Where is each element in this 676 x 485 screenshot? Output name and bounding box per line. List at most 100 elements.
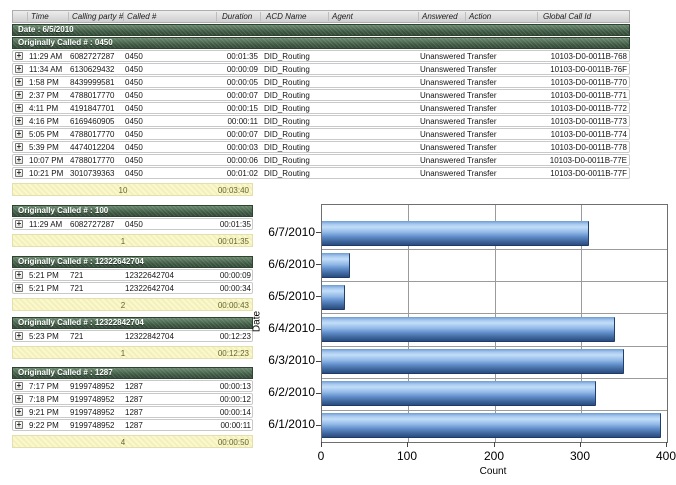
- column-divider: [537, 12, 538, 21]
- gridline: [322, 378, 667, 379]
- expand-icon[interactable]: [15, 117, 23, 125]
- acd-cell: DID_Routing: [264, 78, 328, 87]
- table-row: 11:34 AM6130629432045000:00:09DID_Routin…: [12, 63, 630, 75]
- column-header: Duration: [220, 12, 252, 22]
- duration-cell: 00:01:35: [216, 52, 258, 61]
- table-row: 5:05 PM4788017770045000:00:07DID_Routing…: [12, 128, 630, 140]
- called-cell: 0450: [125, 52, 215, 61]
- called-group-bar: Originally Called # : 1287: [12, 367, 253, 379]
- expand-icon[interactable]: [15, 220, 23, 228]
- table-row: 5:21 PM7211232264270400:00:34: [12, 282, 253, 294]
- y-tick: [316, 329, 321, 330]
- calling-cell: 4788017770: [70, 130, 123, 139]
- called-cell: 0450: [125, 143, 215, 152]
- category-label: 6/1/2010: [263, 418, 315, 431]
- time-cell: 5:21 PM: [29, 284, 68, 293]
- time-cell: 11:29 AM: [29, 52, 68, 61]
- bar: [322, 349, 624, 374]
- expand-icon[interactable]: [15, 143, 23, 151]
- category-label: 6/4/2010: [263, 322, 315, 335]
- calling-cell: 3010739363: [70, 169, 123, 178]
- answered-cell: Unanswered: [420, 130, 465, 139]
- time-cell: 10:21 PM: [29, 169, 68, 178]
- answered-cell: Unanswered: [420, 78, 465, 87]
- calling-cell: 6082727287: [70, 220, 123, 229]
- acd-cell: DID_Routing: [264, 104, 328, 113]
- expand-icon[interactable]: [15, 156, 23, 164]
- category-label: 6/3/2010: [263, 354, 315, 367]
- answered-cell: Unanswered: [420, 156, 465, 165]
- column-divider: [27, 12, 28, 21]
- acd-cell: DID_Routing: [264, 52, 328, 61]
- duration-cell: 00:01:02: [216, 169, 258, 178]
- expand-icon[interactable]: [15, 382, 23, 390]
- expand-icon[interactable]: [15, 65, 23, 73]
- originally-called-section: Originally Called # : 12877:17 PM9199748…: [12, 367, 253, 448]
- calling-cell: 6130629432: [70, 65, 123, 74]
- action-cell: Transfer: [467, 143, 535, 152]
- gridline: [322, 346, 667, 347]
- answered-cell: Unanswered: [420, 169, 465, 178]
- table-row: 5:39 PM4474012204045000:00:03DID_Routing…: [12, 141, 630, 153]
- category-label: 6/5/2010: [263, 290, 315, 303]
- action-cell: Transfer: [467, 117, 535, 126]
- y-tick: [316, 296, 321, 297]
- time-cell: 5:05 PM: [29, 130, 68, 139]
- duration-cell: 00:00:13: [208, 382, 251, 391]
- called-cell: 0450: [125, 104, 215, 113]
- time-cell: 4:16 PM: [29, 117, 68, 126]
- action-cell: Transfer: [467, 169, 535, 178]
- duration-cell: 00:00:07: [216, 130, 258, 139]
- calling-cell: 4474012204: [70, 143, 123, 152]
- column-divider: [418, 12, 419, 21]
- calling-cell: 4788017770: [70, 91, 123, 100]
- global-id-cell: 10103-D0-0011B-77E: [533, 156, 627, 165]
- time-cell: 9:22 PM: [29, 421, 68, 430]
- gridline: [322, 313, 667, 314]
- expand-icon[interactable]: [15, 332, 23, 340]
- expand-icon[interactable]: [15, 91, 23, 99]
- expand-icon[interactable]: [15, 421, 23, 429]
- group-summary-row: 10 00:03:40: [12, 183, 253, 196]
- expand-icon[interactable]: [15, 408, 23, 416]
- called-cell: 0450: [125, 78, 215, 87]
- expand-icon[interactable]: [15, 395, 23, 403]
- answered-cell: Unanswered: [420, 104, 465, 113]
- gridline: [322, 281, 667, 282]
- global-id-cell: 10103-D0-0011B-76F: [533, 65, 627, 74]
- expand-icon[interactable]: [15, 104, 23, 112]
- originally-called-section: Originally Called # : 10011:29 AM6082727…: [12, 205, 253, 247]
- x-tick-label: 100: [385, 449, 429, 463]
- expand-icon[interactable]: [15, 284, 23, 292]
- time-cell: 1:58 PM: [29, 78, 68, 87]
- column-divider: [216, 12, 217, 21]
- called-cell: 0450: [125, 220, 205, 229]
- calling-cell: 9199748952: [70, 421, 123, 430]
- expand-icon[interactable]: [15, 130, 23, 138]
- global-id-cell: 10103-D0-0011B-772: [533, 104, 627, 113]
- called-group-bar: Originally Called # : 100: [12, 205, 253, 217]
- y-tick: [316, 425, 321, 426]
- calling-cell: 721: [70, 284, 123, 293]
- expand-icon[interactable]: [15, 169, 23, 177]
- table-row: 7:18 PM9199748952128700:00:12: [12, 393, 253, 405]
- expand-icon[interactable]: [15, 78, 23, 86]
- top-table-rows: 11:29 AM6082727287045000:01:35DID_Routin…: [12, 50, 630, 179]
- y-axis-title: Date: [252, 307, 263, 337]
- called-cell: 0450: [125, 156, 215, 165]
- bar: [322, 381, 596, 406]
- calling-cell: 8439999581: [70, 78, 123, 87]
- x-tick: [407, 442, 408, 447]
- summary-count: 2: [108, 301, 138, 310]
- column-divider: [260, 12, 261, 21]
- called-cell: 0450: [125, 91, 215, 100]
- calling-cell: 9199748952: [70, 382, 123, 391]
- time-cell: 5:39 PM: [29, 143, 68, 152]
- column-header: Answered: [420, 12, 458, 22]
- answered-cell: Unanswered: [420, 52, 465, 61]
- x-tick: [494, 442, 495, 447]
- expand-icon[interactable]: [15, 271, 23, 279]
- x-tick: [321, 442, 322, 447]
- expand-icon[interactable]: [15, 52, 23, 60]
- time-cell: 5:21 PM: [29, 271, 68, 280]
